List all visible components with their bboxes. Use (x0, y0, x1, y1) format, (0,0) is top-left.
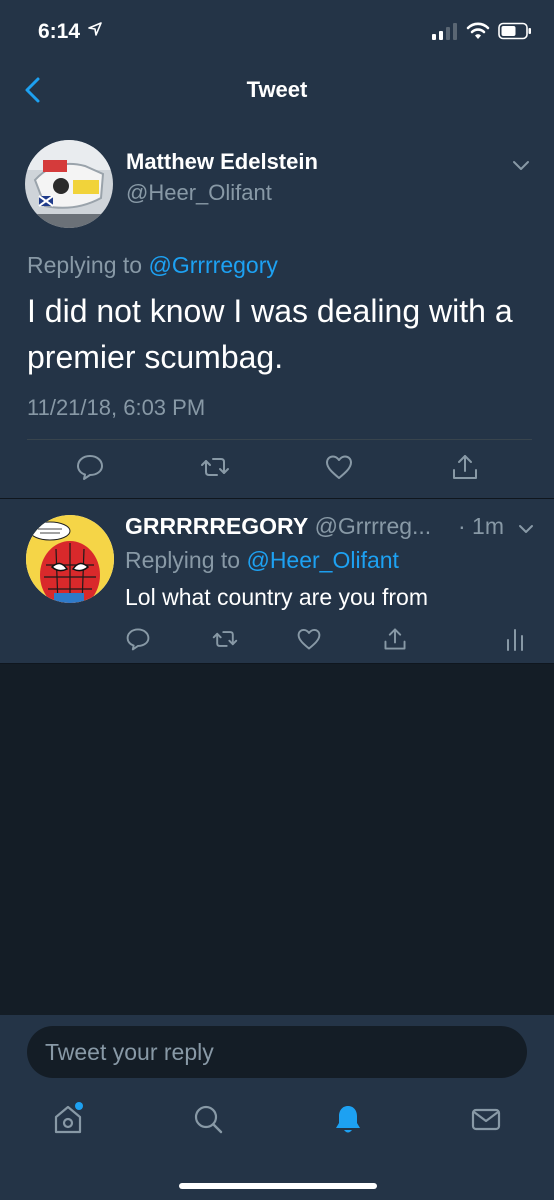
comment-icon[interactable] (75, 452, 105, 482)
page-title: Tweet (246, 77, 308, 102)
status-time: 6:14 (38, 20, 81, 43)
tweet-actions (0, 452, 554, 486)
reply-header: GRRRRREGORY @Grrrreg... (125, 513, 431, 540)
cellular-signal-icon (432, 23, 457, 40)
author-name[interactable]: GRRRRREGORY (125, 513, 308, 539)
location-arrow-icon (88, 22, 102, 36)
like-icon[interactable] (296, 626, 322, 652)
bottom-bar: Tweet your reply (0, 1015, 554, 1200)
tweet-text: I did not know I was dealing with a prem… (27, 293, 513, 375)
status-indicators (432, 22, 532, 40)
chevron-down-icon[interactable] (516, 519, 536, 539)
author-handle[interactable]: @Grrrreg... (315, 513, 432, 539)
reply-time: · 1m (458, 513, 504, 539)
search-icon[interactable] (191, 1102, 225, 1136)
replying-to-label: Replying to (125, 547, 247, 573)
tweet-timestamp: 11/21/18, 6:03 PM (27, 395, 206, 420)
chevron-down-icon[interactable] (510, 154, 532, 176)
tab-bar (0, 1102, 554, 1142)
reply-tweet[interactable]: GRRRRREGORY @Grrrreg... · 1m Replying to… (0, 499, 554, 664)
notifications-icon[interactable] (331, 1102, 365, 1136)
battery-icon (498, 22, 531, 40)
avatar[interactable] (25, 140, 113, 228)
analytics-icon[interactable] (502, 626, 528, 652)
author-name[interactable]: Matthew Edelstein (126, 149, 318, 175)
tweet-text: Lol what country are you from (125, 584, 428, 610)
navigation-bar: Tweet (0, 64, 554, 119)
comment-icon[interactable] (125, 626, 151, 652)
replying-to: Replying to @Grrrregory (27, 252, 278, 279)
home-indicator[interactable] (179, 1183, 377, 1189)
retweet-icon[interactable] (212, 626, 238, 652)
share-icon[interactable] (450, 452, 480, 482)
new-content-dot (75, 1102, 83, 1110)
status-bar: 6:14 (0, 0, 554, 64)
replying-to-mention[interactable]: @Grrrregory (148, 252, 277, 278)
like-icon[interactable] (324, 452, 354, 482)
replying-to-mention[interactable]: @Heer_Olifant (246, 547, 398, 573)
reply-placeholder: Tweet your reply (45, 1039, 214, 1065)
replying-to: Replying to @Heer_Olifant (125, 547, 399, 574)
main-tweet: Matthew Edelstein @Heer_Olifant Replying… (0, 118, 554, 499)
messages-icon[interactable] (469, 1102, 503, 1136)
tweet-actions (0, 626, 554, 654)
share-icon[interactable] (382, 626, 408, 652)
wifi-icon (466, 22, 490, 39)
reply-input[interactable]: Tweet your reply (27, 1026, 527, 1078)
author-handle[interactable]: @Heer_Olifant (126, 180, 272, 206)
replying-to-label: Replying to (27, 252, 149, 278)
divider (27, 439, 532, 440)
retweet-icon[interactable] (200, 452, 230, 482)
avatar[interactable] (26, 515, 114, 603)
